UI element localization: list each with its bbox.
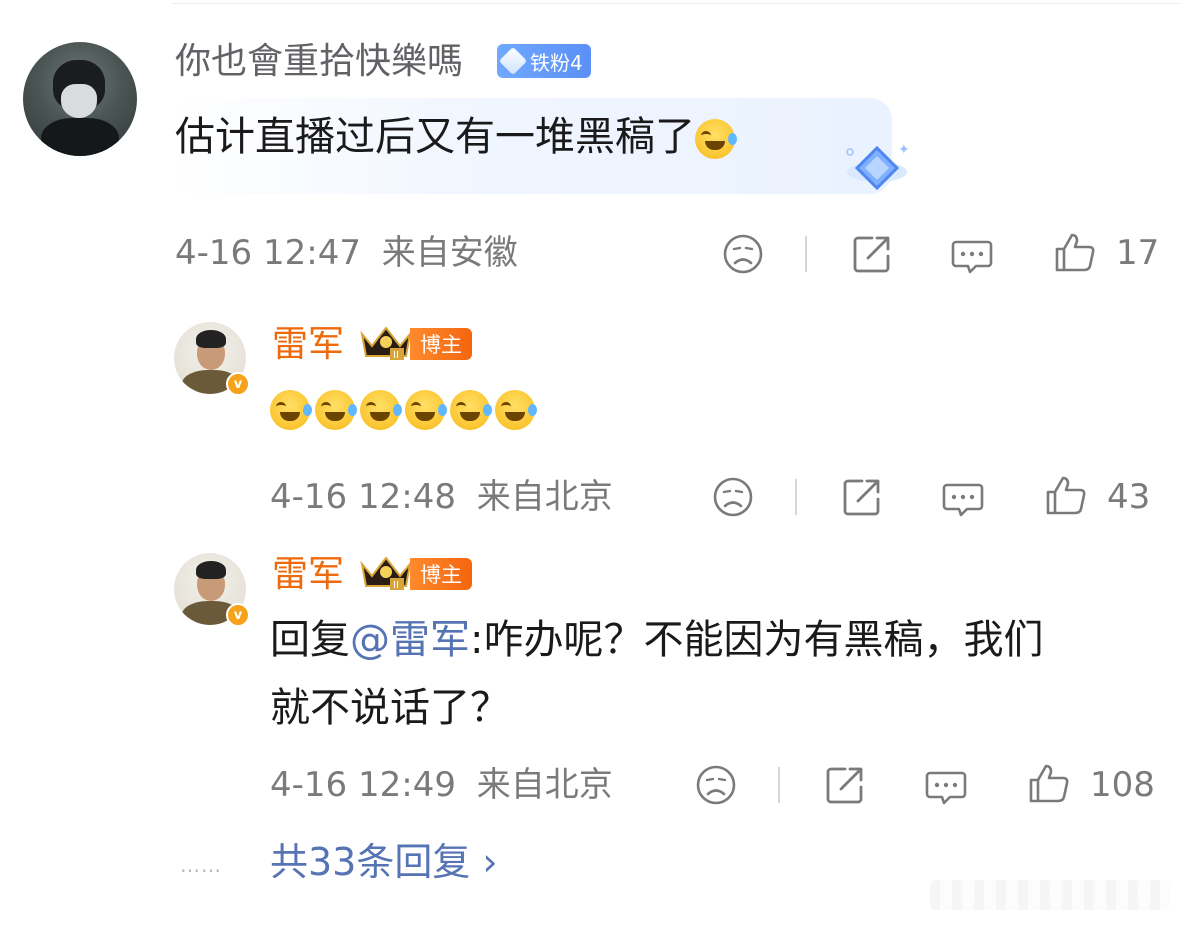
like-count: 108 <box>1090 765 1155 805</box>
crown-icon: II <box>360 326 412 361</box>
avatar[interactable]: v <box>174 553 250 627</box>
action-divider <box>778 767 780 803</box>
like-icon[interactable] <box>1053 230 1097 274</box>
comment-meta: 4-16 12:47 来自安徽 <box>175 233 518 273</box>
svg-text:II: II <box>393 580 399 591</box>
fan-badge[interactable]: 铁粉4 <box>497 44 591 78</box>
dislike-icon[interactable] <box>711 475 755 519</box>
comment-icon[interactable] <box>950 234 994 278</box>
crown-icon: II <box>360 556 412 591</box>
location: 来自北京 <box>476 477 613 517</box>
reply-text-line-2: 就不说话了？ <box>270 685 510 731</box>
reply-body: :咋办呢？不能因为有黑稿，我们 <box>470 617 1044 663</box>
avatar-hair <box>196 330 226 348</box>
like-count: 43 <box>1107 477 1151 517</box>
laugh-cry-emoji-icon <box>360 390 402 430</box>
timestamp: 4-16 12:47 <box>175 233 361 273</box>
username[interactable]: 你也會重拾快樂嗎 <box>175 40 463 84</box>
svg-text:II: II <box>393 350 399 361</box>
emoji-row <box>270 390 537 430</box>
reply-text-line-1: 回复@雷军:咋办呢？不能因为有黑稿，我们 <box>270 613 1043 667</box>
avatar-face <box>61 84 97 118</box>
more-dots: …… <box>180 853 222 877</box>
more-replies-link[interactable]: 共33条回复 › <box>270 838 498 886</box>
laugh-cry-emoji-icon <box>315 390 357 430</box>
reply-prefix: 回复 <box>270 617 350 663</box>
like-icon[interactable] <box>1027 761 1071 805</box>
action-divider <box>805 236 807 272</box>
comment-body: 估计直播过后又有一堆黑稿了 <box>175 114 695 160</box>
mention-link[interactable]: @雷军 <box>350 617 470 663</box>
comment-icon[interactable] <box>924 765 968 809</box>
comment-meta: 4-16 12:48 来自北京 <box>270 477 613 517</box>
like-icon[interactable] <box>1044 473 1088 517</box>
timestamp: 4-16 12:49 <box>270 765 456 805</box>
action-divider <box>795 479 797 515</box>
comment-text: 估计直播过后又有一堆黑稿了 <box>175 111 737 163</box>
location: 来自北京 <box>476 765 613 805</box>
avatar-body <box>41 118 119 156</box>
host-badge: 博主 <box>410 558 472 590</box>
share-icon[interactable] <box>850 232 894 276</box>
avatar[interactable] <box>23 42 137 156</box>
timestamp: 4-16 12:48 <box>270 477 456 517</box>
like-count: 17 <box>1116 233 1160 273</box>
laugh-cry-emoji-icon <box>695 119 737 159</box>
laugh-cry-emoji-icon <box>405 390 447 430</box>
avatar-hair <box>196 561 226 579</box>
diamond-icon <box>498 46 528 76</box>
comment-meta: 4-16 12:49 来自北京 <box>270 765 613 805</box>
location: 来自安徽 <box>381 233 518 273</box>
comment-icon[interactable] <box>941 477 985 521</box>
verified-badge-icon: v <box>226 372 250 396</box>
dislike-icon[interactable] <box>721 232 765 276</box>
avatar[interactable]: v <box>174 322 250 396</box>
svg-text:✦: ✦ <box>898 142 910 158</box>
top-divider <box>172 3 1181 4</box>
verified-badge-icon: v <box>226 603 250 627</box>
share-icon[interactable] <box>840 475 884 519</box>
laugh-cry-emoji-icon <box>495 390 537 430</box>
laugh-cry-emoji-icon <box>270 390 312 430</box>
host-badge: 博主 <box>410 328 472 360</box>
share-icon[interactable] <box>823 763 867 807</box>
fan-badge-label: 铁粉4 <box>530 50 583 75</box>
watermark <box>930 880 1170 910</box>
diamond-decoration-icon: ✦ <box>846 142 910 191</box>
dislike-icon[interactable] <box>694 763 738 807</box>
username[interactable]: 雷军 <box>272 553 344 597</box>
username[interactable]: 雷军 <box>272 323 344 367</box>
laugh-cry-emoji-icon <box>450 390 492 430</box>
